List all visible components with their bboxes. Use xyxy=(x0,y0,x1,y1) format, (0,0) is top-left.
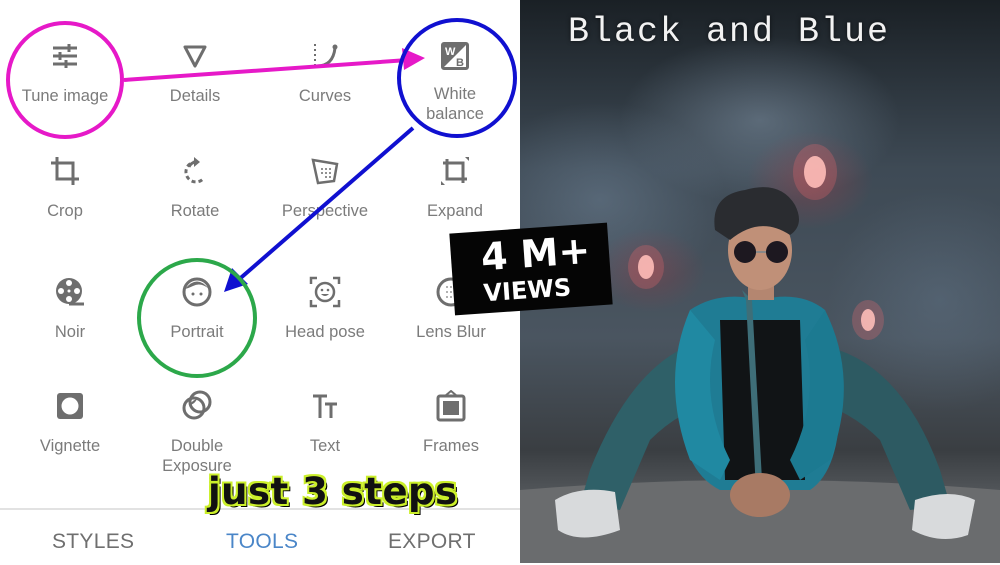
tool-label: Lens Blur xyxy=(416,323,486,341)
tab-styles[interactable]: STYLES xyxy=(52,530,134,554)
tool-label: Expand xyxy=(427,202,483,220)
curves-icon xyxy=(314,44,338,68)
tool-details[interactable]: Details xyxy=(130,40,260,106)
tab-tools[interactable]: TOOLS xyxy=(226,530,298,554)
white-balance-icon: W B xyxy=(441,42,469,70)
person xyxy=(555,187,975,539)
rotate-icon xyxy=(184,157,205,184)
tool-label: Tune image xyxy=(21,87,109,105)
tool-double-exposure[interactable]: Double Exposure xyxy=(132,390,262,476)
tab-export[interactable]: EXPORT xyxy=(388,530,476,554)
tool-vignette[interactable]: Vignette xyxy=(5,390,135,456)
svg-text:W: W xyxy=(445,46,456,58)
views-count: 4 M+ xyxy=(479,227,592,280)
tool-label: Perspective xyxy=(281,202,369,220)
tool-white-balance[interactable]: W B White balance xyxy=(390,40,520,124)
tool-label: Noir xyxy=(54,323,86,341)
tool-expand[interactable]: Expand xyxy=(390,155,520,221)
film-reel-icon xyxy=(56,278,84,306)
text-icon xyxy=(313,394,337,418)
vignette-icon xyxy=(57,393,83,419)
views-label: VIEWS xyxy=(482,273,573,308)
tool-curves[interactable]: Curves xyxy=(260,40,390,106)
face-icon xyxy=(182,277,212,307)
tool-label: White balance xyxy=(426,85,484,123)
tool-label: Portrait xyxy=(170,323,224,341)
crop-icon xyxy=(51,157,79,185)
tool-label: Text xyxy=(309,437,341,455)
views-badge: 4 M+ VIEWS xyxy=(449,222,613,316)
tool-head-pose[interactable]: Head pose xyxy=(260,276,390,342)
tool-portrait[interactable]: Portrait xyxy=(132,276,262,342)
head-pose-icon xyxy=(309,276,341,308)
double-exposure-icon xyxy=(182,390,212,420)
tool-noir[interactable]: Noir xyxy=(5,276,135,342)
tool-rotate[interactable]: Rotate xyxy=(130,155,260,221)
tool-perspective[interactable]: Perspective xyxy=(260,155,390,221)
tool-label: Frames xyxy=(423,437,479,455)
steps-caption: just 3 steps xyxy=(207,469,458,514)
tool-label: Curves xyxy=(298,87,352,105)
tool-frames[interactable]: Frames xyxy=(386,390,516,456)
thumbnail-title: Black and Blue xyxy=(568,12,891,52)
tool-label: Rotate xyxy=(170,202,220,220)
bottom-tab-bar: STYLES TOOLS EXPORT xyxy=(0,508,520,565)
tool-label: Vignette xyxy=(39,437,101,455)
perspective-icon xyxy=(311,158,339,185)
details-triangle-icon xyxy=(183,45,207,68)
tune-sliders-icon xyxy=(53,44,77,68)
tool-crop[interactable]: Crop xyxy=(0,155,130,221)
tool-label: Crop xyxy=(47,202,83,220)
svg-text:B: B xyxy=(456,57,464,69)
frames-icon xyxy=(436,390,466,422)
tool-tune-image[interactable]: Tune image xyxy=(0,40,130,106)
tool-label: Details xyxy=(169,87,221,105)
expand-icon xyxy=(441,157,469,185)
tool-text[interactable]: Text xyxy=(260,390,390,456)
tool-label: Head pose xyxy=(285,323,365,341)
